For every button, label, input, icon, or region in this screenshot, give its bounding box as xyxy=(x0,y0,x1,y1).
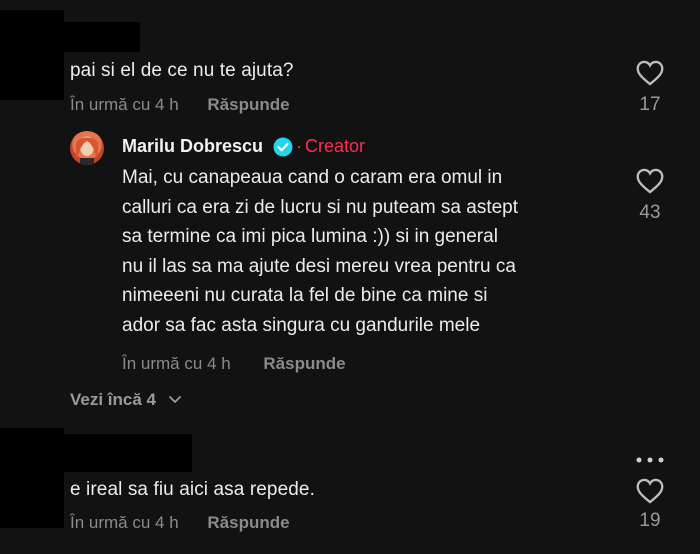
reply-text: Mai, cu canapeaua cand o caram era omul … xyxy=(122,163,622,340)
comment-text: e ireal sa fiu aici asa repede. xyxy=(70,479,315,500)
like-count: 19 xyxy=(639,510,661,531)
reply-line: calluri ca era zi de lucru si nu puteam … xyxy=(122,196,519,218)
heart-icon[interactable] xyxy=(636,168,664,194)
reply-time: În urmă cu 4 h xyxy=(122,354,231,373)
reply-button[interactable]: Răspunde xyxy=(207,95,289,115)
more-options-icon[interactable] xyxy=(635,456,665,464)
view-more-label: Vezi încă 4 xyxy=(70,390,156,409)
redacted-username xyxy=(0,22,140,52)
comment-text: pai si el de ce nu te ajuta? xyxy=(70,60,294,81)
reply-line: sa termine ca imi pica lumina :)) si in … xyxy=(122,226,498,247)
reply-line: nu il las sa ma ajute desi mereu vrea pe… xyxy=(122,255,516,277)
reply-line: nimeeeni nu curata la fel de bine ca min… xyxy=(122,285,488,306)
author-name[interactable]: Marilu Dobrescu xyxy=(122,136,263,157)
like-count: 17 xyxy=(639,94,661,115)
comment-meta: În urmă cu 4 h Răspunde xyxy=(70,513,290,533)
reply-button[interactable]: Răspunde xyxy=(207,513,289,533)
avatar[interactable] xyxy=(70,131,104,165)
heart-icon[interactable] xyxy=(636,478,664,504)
redacted-username xyxy=(0,434,192,472)
comment-time: În urmă cu 4 h xyxy=(70,95,179,114)
reply-header: Marilu Dobrescu · Creator xyxy=(122,136,365,157)
heart-icon[interactable] xyxy=(636,60,664,86)
chevron-down-icon xyxy=(169,396,181,403)
creator-badge: Creator xyxy=(305,136,366,156)
comment-meta: În urmă cu 4 h Răspunde xyxy=(70,95,290,115)
view-more-replies[interactable]: Vezi încă 4 xyxy=(70,390,182,410)
reply-line: Mai, cu canapeaua cand o caram era omul … xyxy=(122,167,503,188)
reply-meta: În urmă cu 4 h Răspunde xyxy=(122,354,346,374)
like-count: 43 xyxy=(639,202,661,223)
reply-button[interactable]: Răspunde xyxy=(263,354,345,374)
avatar-image xyxy=(76,137,98,165)
verified-icon xyxy=(273,137,293,156)
badge-separator: · xyxy=(296,136,303,156)
reply-line: ador sa fac asta singura cu gandurile me… xyxy=(122,314,481,336)
comment-time: În urmă cu 4 h xyxy=(70,513,179,532)
